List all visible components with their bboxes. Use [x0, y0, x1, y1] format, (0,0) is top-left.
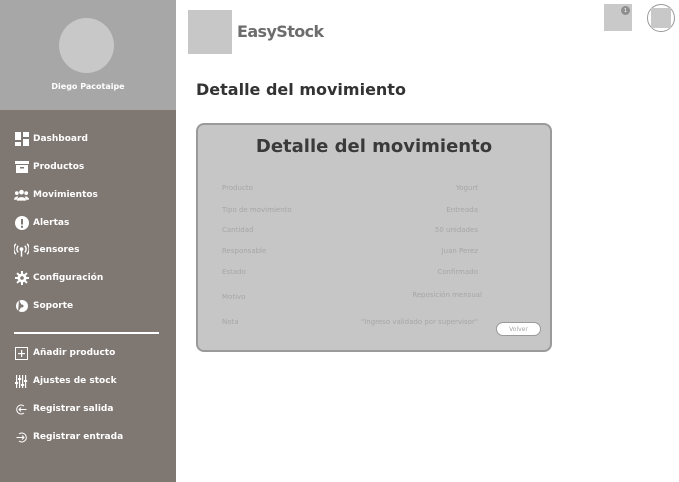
- sidebar-item-label: Alertas: [33, 218, 70, 228]
- detail-value: Yogurt: [455, 184, 478, 192]
- support-icon: [14, 299, 29, 314]
- detail-label: Producto: [222, 184, 253, 192]
- sidebar-action-anadir-producto[interactable]: Añadir producto: [14, 345, 115, 361]
- detail-label: Tipo de movimiento: [222, 206, 292, 214]
- detail-label: Responsable: [222, 247, 267, 255]
- sidebar-item-soporte[interactable]: Soporte: [14, 298, 73, 314]
- sidebar-action-registrar-salida[interactable]: Registrar salida: [14, 401, 113, 417]
- sidebar-item-productos[interactable]: Productos: [14, 159, 84, 175]
- exit-icon: [14, 402, 29, 417]
- detail-value: 50 unidades: [434, 226, 478, 234]
- plus-icon: [14, 346, 29, 361]
- sidebar-item-sensores[interactable]: Sensores: [14, 242, 79, 258]
- sidebar-item-alertas[interactable]: Alertas: [14, 215, 69, 231]
- movement-detail-card: Detalle del movimiento Producto Yogurt T…: [196, 123, 552, 352]
- sidebar-item-movimientos[interactable]: Movimientos: [14, 187, 98, 203]
- sidebar-item-label: Movimientos: [33, 190, 98, 200]
- dashboard-icon: [14, 132, 29, 147]
- sidebar-item-label: Ajustes de stock: [33, 376, 117, 386]
- sidebar-item-label: Registrar salida: [33, 404, 114, 414]
- sidebar-item-label: Dashboard: [33, 134, 88, 144]
- sidebar-item-label: Configuración: [33, 273, 104, 283]
- sidebar-item-dashboard[interactable]: Dashboard: [14, 131, 88, 147]
- user-avatar-icon: [651, 8, 671, 28]
- sidebar-item-configuracion[interactable]: Configuración: [14, 270, 103, 286]
- sidebar-action-ajustes-stock[interactable]: Ajustes de stock: [14, 373, 117, 389]
- avatar[interactable]: [59, 18, 114, 73]
- detail-value: "Ingreso validado por supervisor": [360, 318, 478, 326]
- detail-label: Estado: [222, 268, 246, 276]
- gear-icon: [14, 271, 29, 286]
- notification-badge: 1: [621, 6, 630, 15]
- users-icon: [14, 188, 29, 203]
- detail-label: Nota: [222, 318, 239, 326]
- detail-label: Cantidad: [222, 226, 254, 234]
- sliders-icon: [14, 374, 29, 389]
- detail-value: Entreada: [446, 206, 478, 214]
- page-title: Detalle del movimiento: [196, 80, 406, 99]
- detail-label: Motivo: [222, 293, 246, 301]
- notification-button[interactable]: 1: [604, 4, 632, 31]
- alert-icon: [14, 216, 29, 231]
- sidebar: Diego Pacotaipe Dashboard Productos Movi…: [0, 0, 176, 482]
- sidebar-action-registrar-entrada[interactable]: Registrar entrada: [14, 429, 123, 445]
- sidebar-divider: [14, 332, 159, 334]
- profile-panel: Diego Pacotaipe: [0, 0, 176, 110]
- user-name: Diego Pacotaipe: [51, 82, 125, 91]
- box-icon: [14, 160, 29, 175]
- sidebar-item-label: Registrar entrada: [33, 432, 124, 442]
- card-title: Detalle del movimiento: [255, 136, 493, 157]
- sidebar-item-label: Añadir producto: [33, 348, 116, 358]
- detail-value: Reposición mensual: [412, 291, 482, 299]
- user-menu-button[interactable]: [647, 4, 675, 32]
- sidebar-item-label: Sensores: [33, 245, 80, 255]
- signal-icon: [14, 243, 29, 258]
- logo[interactable]: [188, 10, 232, 54]
- enter-icon: [14, 430, 29, 445]
- brand-name: EasyStock: [237, 22, 324, 41]
- sidebar-item-label: Productos: [33, 162, 85, 172]
- detail-value: Juan Perez: [441, 247, 478, 255]
- back-button[interactable]: Volver: [496, 322, 541, 336]
- detail-value: Confirmado: [437, 268, 478, 276]
- sidebar-item-label: Soporte: [33, 301, 74, 311]
